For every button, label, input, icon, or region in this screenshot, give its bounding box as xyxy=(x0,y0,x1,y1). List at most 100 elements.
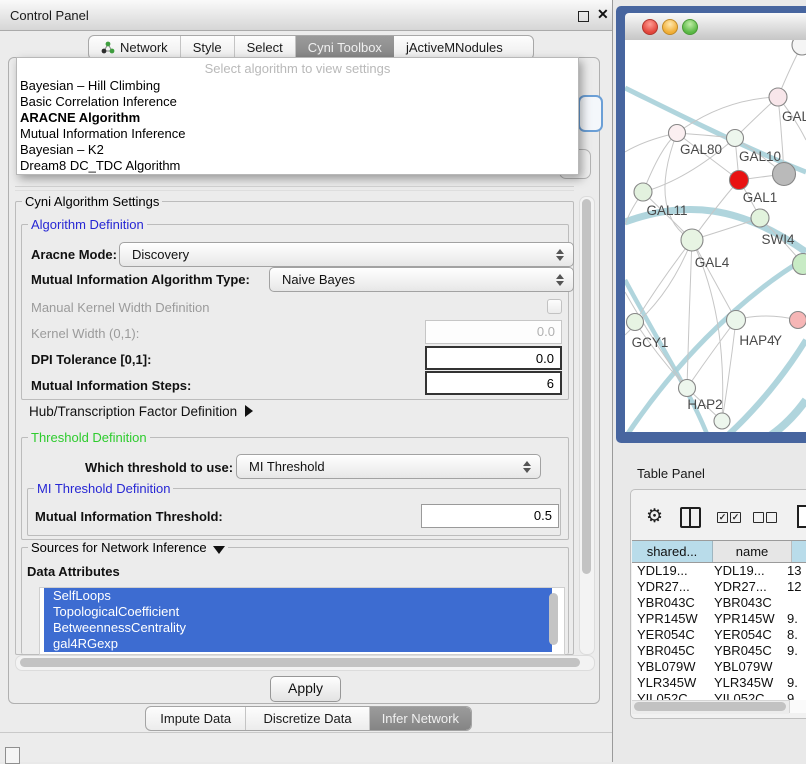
mi-threshold-field[interactable]: 0.5 xyxy=(421,504,559,528)
network-canvas[interactable]: GALGAL80GAL10GAL1GAL11SWI4GAL4GCY1HAP4YH… xyxy=(625,40,806,432)
tab-select[interactable]: Select xyxy=(235,36,296,59)
network-node-gal1[interactable] xyxy=(730,171,749,190)
data-attributes-list[interactable]: SelfLoops TopologicalCoefficient Between… xyxy=(39,587,565,655)
settings-horizontal-scrollbar[interactable] xyxy=(15,655,595,671)
table-cell: YDR27... xyxy=(632,579,709,595)
network-node-gcy1[interactable] xyxy=(627,314,644,331)
dropdown-item[interactable]: Bayesian – Hill Climbing xyxy=(17,78,578,94)
table-scrollbar-thumb[interactable] xyxy=(634,702,786,711)
node-label: GAL80 xyxy=(680,142,722,157)
aracne-mode-select[interactable]: Discovery xyxy=(119,242,574,267)
network-node-right-green[interactable] xyxy=(793,254,806,275)
kernel-width-field[interactable]: 0.0 xyxy=(425,320,562,344)
table-row[interactable]: YBL079WYBL079W xyxy=(632,659,806,675)
tab-label: jActiveMNodules xyxy=(406,40,503,55)
node-label: SWI4 xyxy=(761,232,794,247)
hub-section-toggle[interactable]: Hub/Transcription Factor Definition xyxy=(29,404,253,419)
unchecked-checkbox-icon[interactable] xyxy=(766,512,777,523)
column-layout-icon[interactable] xyxy=(680,507,701,528)
dropdown-item[interactable]: Dream8 DC_TDC Algorithm xyxy=(17,158,578,174)
list-scrollbar[interactable] xyxy=(552,590,561,650)
network-node-gal10[interactable] xyxy=(727,130,744,147)
network-edge[interactable] xyxy=(687,240,692,388)
tab-infer-network[interactable]: Infer Network xyxy=(370,707,471,730)
which-threshold-value: MI Threshold xyxy=(249,459,325,474)
network-node-hap4[interactable] xyxy=(727,311,746,330)
mi-algorithm-type-select[interactable]: Naive Bayes xyxy=(269,267,574,292)
dock-icon[interactable] xyxy=(5,747,20,764)
checked-checkbox-icon[interactable]: ✓ xyxy=(730,512,741,523)
network-edge[interactable] xyxy=(692,240,736,320)
dropdown-item[interactable]: Bayesian – K2 xyxy=(17,142,578,158)
checked-checkbox-icon[interactable]: ✓ xyxy=(717,512,728,523)
network-node-gal80[interactable] xyxy=(669,125,686,142)
column-header[interactable]: shared... xyxy=(632,541,713,562)
expanded-arrow-icon xyxy=(213,546,225,554)
float-window-icon[interactable] xyxy=(578,11,589,22)
table-cell: YPR145W xyxy=(709,611,784,627)
manual-kernel-checkbox[interactable] xyxy=(547,299,562,314)
table-cell: YDL19... xyxy=(632,563,709,579)
close-icon[interactable]: ✕ xyxy=(597,6,609,23)
unchecked-checkbox-icon[interactable] xyxy=(753,512,764,523)
network-node-pink-right[interactable] xyxy=(790,312,806,329)
table-row[interactable]: YBR045CYBR045C9. xyxy=(632,643,806,659)
minimize-traffic-light[interactable] xyxy=(662,19,678,35)
dropdown-item-selected[interactable]: ARACNE Algorithm xyxy=(17,110,578,126)
algorithm-definition-title: Algorithm Definition xyxy=(28,217,147,232)
apply-button[interactable]: Apply xyxy=(270,676,341,702)
network-edge[interactable] xyxy=(643,133,677,192)
network-edge-highlighted[interactable] xyxy=(760,400,806,432)
tab-cyni-toolbox[interactable]: Cyni Toolbox xyxy=(296,36,394,59)
table-cell: YDR27... xyxy=(709,579,784,595)
table-cell: YLR345W xyxy=(632,675,709,691)
list-item[interactable]: TopologicalCoefficient xyxy=(44,604,552,620)
mi-steps-field[interactable]: 6 xyxy=(425,371,562,395)
network-node-gal4[interactable] xyxy=(681,229,703,251)
dpi-tolerance-value: 0.0 xyxy=(536,351,554,366)
gear-icon[interactable]: ⚙ xyxy=(646,505,663,528)
table-row[interactable]: YER054CYER054C8. xyxy=(632,627,806,643)
table-cell: YLR345W xyxy=(709,675,784,691)
node-table[interactable]: shared... name YDL19...YDL19...13YDR27..… xyxy=(632,540,806,701)
close-traffic-light[interactable] xyxy=(642,19,658,35)
tab-network[interactable]: Network xyxy=(89,36,181,59)
dpi-tolerance-field[interactable]: 0.0 xyxy=(425,346,562,370)
table-row[interactable]: YDR27...YDR27...12 xyxy=(632,579,806,595)
column-header[interactable]: name xyxy=(713,541,792,562)
table-row[interactable]: YDL19...YDL19...13 xyxy=(632,563,806,579)
tab-impute-data[interactable]: Impute Data xyxy=(146,707,246,730)
tab-label: Cyni Toolbox xyxy=(308,40,382,55)
dropdown-item[interactable]: Basic Correlation Inference xyxy=(17,94,578,110)
tab-style[interactable]: Style xyxy=(181,36,235,59)
column-header[interactable] xyxy=(792,541,806,562)
network-node-bottom-node[interactable] xyxy=(714,413,730,429)
tab-jactivemnodules[interactable]: jActiveMNodules xyxy=(394,36,515,59)
scrollbar-corner xyxy=(789,700,806,713)
network-node-gray-node[interactable] xyxy=(773,163,796,186)
network-node-gal11[interactable] xyxy=(634,183,652,201)
mi-type-value: Naive Bayes xyxy=(282,272,355,287)
collapsed-arrow-icon xyxy=(245,405,253,417)
list-item[interactable]: SelfLoops xyxy=(44,588,552,604)
settings-vertical-scrollbar[interactable] xyxy=(579,196,595,655)
file-icon[interactable] xyxy=(797,505,806,528)
list-item[interactable]: BetweennessCentrality xyxy=(44,620,552,636)
network-node-top-partial[interactable] xyxy=(792,40,806,55)
table-row[interactable]: YBR043CYBR043C xyxy=(632,595,806,611)
table-row[interactable]: YLR345WYLR345W9. xyxy=(632,675,806,691)
mi-type-label: Mutual Information Algorithm Type: xyxy=(31,272,250,287)
network-node-gal-pink[interactable] xyxy=(769,88,787,106)
dropdown-item[interactable]: Mutual Information Inference xyxy=(17,126,578,142)
sources-title[interactable]: Sources for Network Inference xyxy=(28,540,228,555)
list-item[interactable]: gal4RGexp xyxy=(44,636,552,652)
network-edge[interactable] xyxy=(677,97,778,133)
threshold-definition-title: Threshold Definition xyxy=(28,430,150,445)
which-threshold-select[interactable]: MI Threshold xyxy=(236,454,541,479)
tab-discretize-data[interactable]: Discretize Data xyxy=(246,707,369,730)
network-node-hap2[interactable] xyxy=(679,380,696,397)
network-node-swi4[interactable] xyxy=(751,209,769,227)
zoom-traffic-light[interactable] xyxy=(682,19,698,35)
table-row[interactable]: YPR145WYPR145W9. xyxy=(632,611,806,627)
panel-title: Control Panel xyxy=(10,8,89,23)
